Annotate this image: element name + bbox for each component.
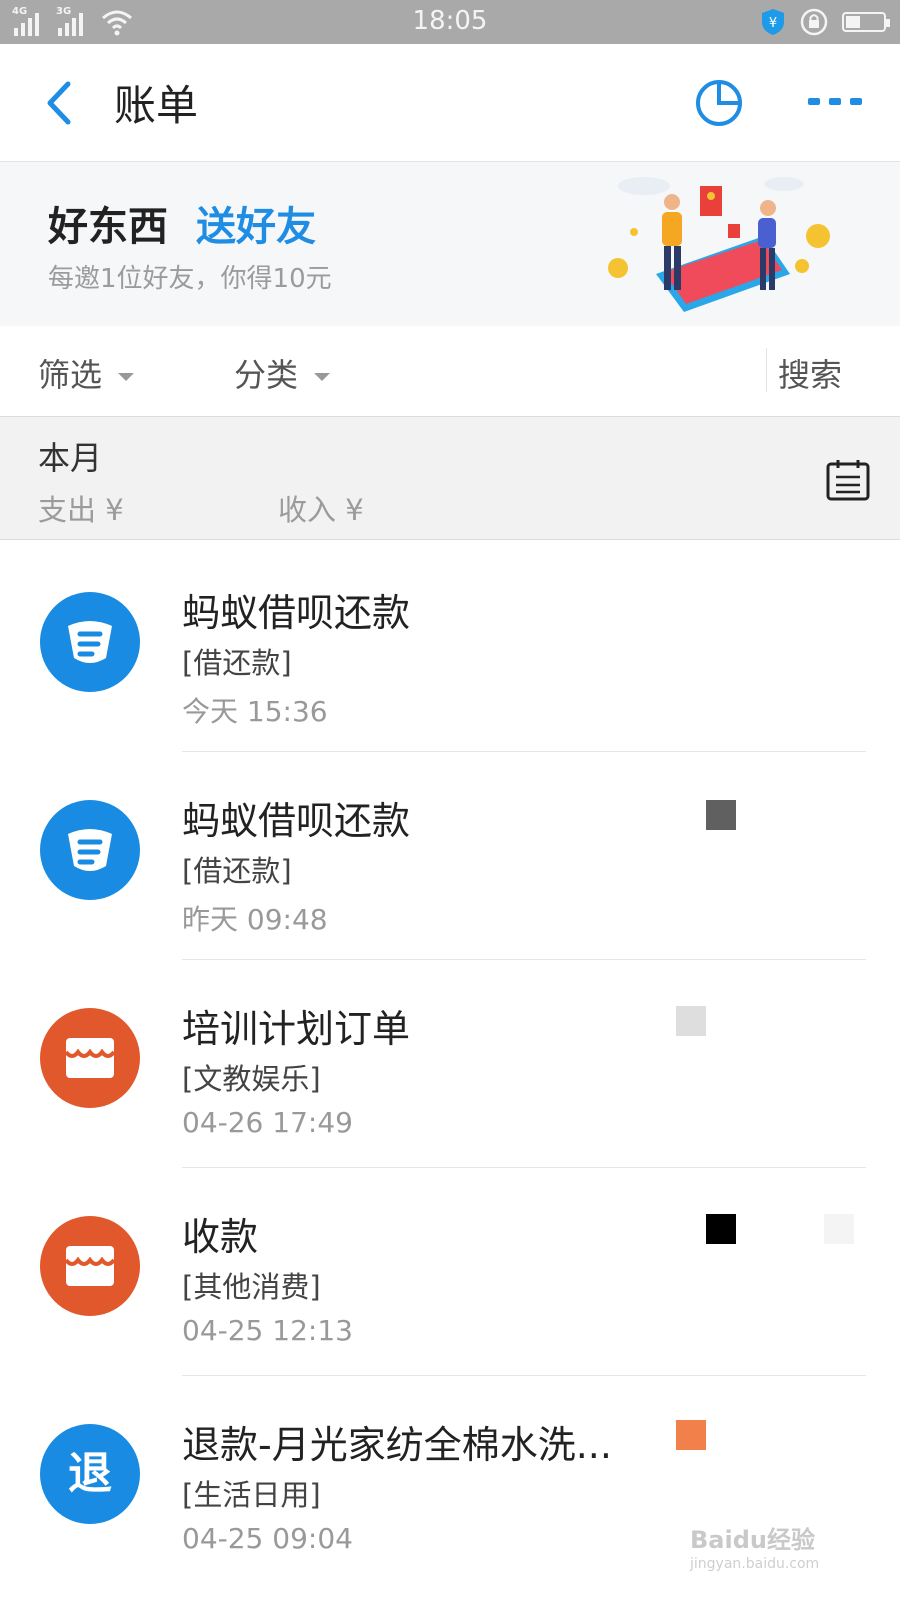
divider: [766, 348, 767, 392]
transaction-name: 退款-月光家纺全棉水洗...: [182, 1423, 612, 1467]
transaction-row[interactable]: 蚂蚁借呗还款 [借还款] 今天 15:36: [0, 540, 900, 752]
month-summary: 本月 支出 ¥ 收入 ¥: [0, 417, 900, 540]
transaction-time: 昨天 09:48: [182, 903, 328, 936]
transaction-row[interactable]: 培训计划订单 [文教娱乐] 04-26 17:49: [0, 956, 900, 1168]
shield-yuan-icon: ¥: [762, 9, 784, 35]
filter-label: 筛选: [38, 356, 103, 394]
redacted-amount: [676, 1006, 706, 1036]
shop-icon: [40, 1008, 140, 1108]
baidu-watermark: Baidu经验: [690, 1526, 815, 1554]
caret-down-icon: [118, 373, 135, 381]
transaction-time: 04-26 17:49: [182, 1106, 353, 1139]
transaction-name: 蚂蚁借呗还款: [182, 591, 411, 635]
transaction-time: 04-25 09:04: [182, 1522, 353, 1555]
page-title: 账单: [114, 81, 199, 130]
more-dots-icon[interactable]: [808, 96, 864, 108]
income-label: 收入 ¥: [278, 493, 364, 527]
svg-text:¥: ¥: [769, 16, 777, 31]
search-button[interactable]: 搜索: [778, 350, 842, 396]
refund-icon: 退: [40, 1424, 140, 1524]
redacted-amount: [676, 1420, 706, 1450]
battery-icon: [842, 12, 890, 32]
transaction-category: [文教娱乐]: [182, 1062, 321, 1096]
app-header: 账单: [0, 44, 900, 162]
transaction-category: [生活日用]: [182, 1478, 321, 1512]
chevron-left-icon[interactable]: [40, 78, 80, 128]
month-title: 本月: [38, 439, 103, 477]
watermark-url: jingyan.baidu.com: [690, 1556, 820, 1572]
banner-subtitle: 每邀1位好友，你得10元: [48, 264, 332, 294]
transaction-category: [借还款]: [182, 646, 292, 680]
jiebei-icon: [40, 800, 140, 900]
redacted-amount: [824, 1214, 854, 1244]
redacted-amount: [706, 800, 736, 830]
rotation-lock-icon: [800, 8, 828, 36]
category-label: 分类: [234, 356, 299, 394]
transaction-row[interactable]: 蚂蚁借呗还款 [借还款] 昨天 09:48: [0, 748, 900, 960]
filter-dropdown[interactable]: 筛选: [38, 350, 135, 396]
refund-icon-text: 退: [68, 1448, 112, 1499]
transaction-time: 今天 15:36: [182, 695, 328, 728]
banner-title: 好东西: [48, 204, 168, 250]
caret-down-icon: [314, 373, 331, 381]
expense-label: 支出 ¥: [38, 493, 124, 527]
redacted-amount: [706, 1214, 736, 1244]
filter-bar: 筛选 分类 搜索: [0, 326, 900, 417]
status-bar: 4G 3G 18:05 ¥: [0, 0, 900, 44]
category-dropdown[interactable]: 分类: [234, 350, 331, 396]
pie-chart-icon[interactable]: [694, 78, 744, 128]
transaction-row[interactable]: 收款 [其他消费] 04-25 12:13: [0, 1164, 900, 1376]
transaction-name: 蚂蚁借呗还款: [182, 799, 411, 843]
calendar-icon[interactable]: [826, 459, 870, 501]
transaction-name: 收款: [182, 1215, 259, 1259]
transaction-time: 04-25 12:13: [182, 1314, 353, 1347]
jiebei-icon: [40, 592, 140, 692]
banner-title-highlight: 送好友: [196, 204, 316, 250]
shop-icon: [40, 1216, 140, 1316]
red-packet-illustration: [608, 177, 830, 312]
transaction-category: [借还款]: [182, 854, 292, 888]
invite-banner[interactable]: 好东西 送好友 每邀1位好友，你得10元: [0, 162, 900, 326]
transaction-name: 培训计划订单: [182, 1007, 411, 1051]
transaction-category: [其他消费]: [182, 1270, 321, 1304]
